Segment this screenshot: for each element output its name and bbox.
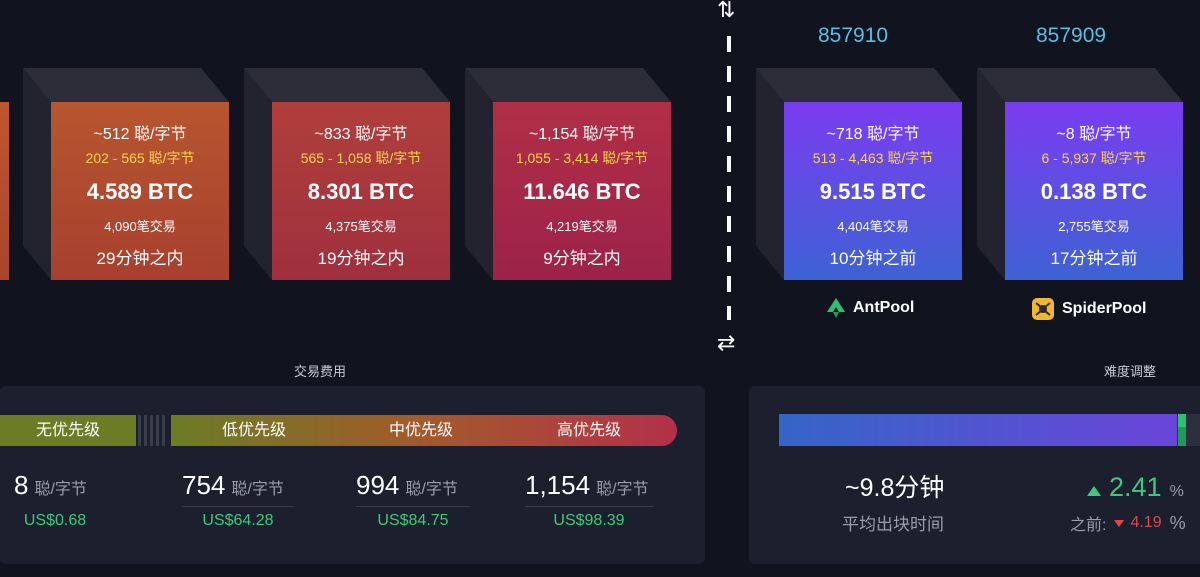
fee-unit: 聪/字节 — [596, 481, 649, 498]
fee-high-usd: US$98.39 — [553, 512, 625, 529]
pool-antpool[interactable]: AntPool — [827, 298, 914, 318]
avg-block-time: ~9.8分钟 — [845, 474, 945, 502]
eta: 19分钟之内 — [317, 249, 405, 268]
tx-count: 2,755笔交易 — [1058, 219, 1130, 234]
fee-none-usd: US$0.68 — [23, 512, 87, 529]
fee-high-underline — [525, 506, 653, 507]
mined-block-1[interactable]: ~718 聪/字节 513 - 4,463 聪/字节 9.515 BTC 4,4… — [756, 68, 962, 280]
fee-range: 513 - 4,463 聪/字节 — [812, 150, 934, 166]
difficulty-change-value: 2.41 — [1109, 472, 1162, 502]
block-front: ~833 聪/字节 565 - 1,058 聪/字节 8.301 BTC 4,3… — [272, 102, 450, 280]
fee-value: 1,154 — [525, 470, 591, 500]
fee-medium-underline — [356, 506, 470, 507]
previous-change-unit: % — [1169, 512, 1186, 533]
block-front: ~8 聪/字节 6 - 5,937 聪/字节 0.138 BTC 2,755笔交… — [1005, 102, 1183, 280]
block-side-face — [23, 68, 51, 280]
tx-count: 4,375笔交易 — [325, 219, 397, 234]
avg-block-time-label: 平均出块时间 — [842, 515, 944, 534]
fees-section-title: 交易费用 — [294, 364, 347, 379]
fee-value: 994 — [356, 470, 400, 500]
total-btc: 9.515 BTC — [819, 179, 927, 204]
fee-low-underline — [182, 506, 294, 507]
mined-time: 10分钟之前 — [829, 249, 917, 268]
eta: 9分钟之内 — [543, 249, 621, 268]
difficulty-change-unit: % — [1169, 483, 1184, 500]
priority-medium: 中优先级 — [388, 422, 453, 439]
block-height[interactable]: 857910 — [818, 24, 888, 48]
total-btc: 8.301 BTC — [307, 179, 415, 204]
fee-low-usd: US$64.28 — [202, 512, 274, 529]
pool-name: SpiderPool — [1062, 300, 1147, 317]
median-fee: ~718 聪/字节 — [826, 126, 920, 143]
difficulty-progress-fill — [779, 414, 1177, 446]
priority-gap-stripes — [138, 415, 168, 446]
pool-spiderpool[interactable]: SpiderPool — [1032, 298, 1146, 320]
block-side-face — [244, 68, 272, 280]
priority-high: 高优先级 — [556, 422, 621, 439]
pool-name: AntPool — [853, 299, 915, 316]
mined-block-2[interactable]: ~8 聪/字节 6 - 5,937 聪/字节 0.138 BTC 2,755笔交… — [977, 68, 1183, 280]
mempool-block-2[interactable]: ~833 聪/字节 565 - 1,058 聪/字节 8.301 BTC 4,3… — [244, 68, 450, 280]
previous-change-value: 4.19 — [1130, 514, 1162, 531]
arrow-down-icon — [1114, 519, 1125, 527]
mempool-block-1[interactable]: ~512 聪/字节 202 - 565 聪/字节 4.589 BTC 4,090… — [23, 68, 229, 280]
median-fee: ~833 聪/字节 — [314, 126, 408, 143]
fee-unit: 聪/字节 — [405, 481, 458, 498]
previous-difficulty-change: 之前: 4.19 % — [1070, 511, 1186, 535]
fee-medium-value: 994 聪/字节 — [356, 470, 458, 501]
mempool-block-partial[interactable] — [0, 102, 9, 280]
eta: 29分钟之内 — [96, 249, 184, 268]
block-side-face — [465, 68, 493, 280]
difficulty-change: 2.41 % — [1087, 472, 1184, 503]
block-front: ~1,154 聪/字节 1,055 - 3,414 聪/字节 11.646 BT… — [493, 102, 671, 280]
median-fee: ~8 聪/字节 — [1056, 126, 1132, 143]
priority-none: 无优先级 — [0, 415, 136, 446]
median-fee: ~1,154 聪/字节 — [528, 126, 636, 143]
fee-none-value: 8 聪/字节 — [14, 470, 87, 501]
dashed-divider — [727, 36, 731, 320]
fee-unit: 聪/字节 — [231, 481, 284, 498]
arrow-up-icon — [1087, 486, 1101, 496]
fee-unit: 聪/字节 — [34, 481, 87, 498]
mined-time: 17分钟之前 — [1050, 249, 1138, 268]
block-front: ~718 聪/字节 513 - 4,463 聪/字节 9.515 BTC 4,4… — [784, 102, 962, 280]
block-top-face — [756, 68, 962, 102]
fee-medium-usd: US$84.75 — [377, 512, 449, 529]
fee-high-value: 1,154 聪/字节 — [525, 470, 649, 501]
difficulty-progress-marker — [1178, 414, 1186, 446]
fee-low-value: 754 聪/字节 — [182, 470, 284, 501]
spiderpool-logo-icon — [1032, 298, 1054, 320]
block-top-face — [465, 68, 671, 102]
fee-range: 202 - 565 聪/字节 — [85, 150, 195, 166]
fee-range: 6 - 5,937 聪/字节 — [1041, 150, 1147, 166]
tx-count: 4,090笔交易 — [104, 219, 176, 234]
priority-low: 低优先级 — [221, 422, 286, 439]
total-btc: 4.589 BTC — [86, 179, 194, 204]
fee-range: 565 - 1,058 聪/字节 — [300, 150, 422, 166]
tx-count: 4,404笔交易 — [837, 219, 909, 234]
block-side-face — [756, 68, 784, 280]
block-top-face — [23, 68, 229, 102]
median-fee: ~512 聪/字节 — [93, 126, 187, 143]
fee-value: 8 — [14, 470, 29, 500]
fee-value: 754 — [182, 470, 226, 500]
total-btc: 11.646 BTC — [523, 179, 641, 204]
total-btc: 0.138 BTC — [1040, 179, 1148, 204]
block-top-face — [244, 68, 450, 102]
block-height[interactable]: 857909 — [1036, 24, 1106, 48]
block-top-face — [977, 68, 1183, 102]
previous-label: 之前: — [1070, 517, 1107, 534]
difficulty-section-title: 难度调整 — [1104, 364, 1157, 379]
fee-range: 1,055 - 3,414 聪/字节 — [515, 150, 649, 166]
swap-direction-icon[interactable]: ⇅ — [717, 0, 735, 23]
antpool-logo-icon — [827, 298, 845, 318]
block-front: ~512 聪/字节 202 - 565 聪/字节 4.589 BTC 4,090… — [51, 102, 229, 280]
block-side-face — [977, 68, 1005, 280]
mempool-block-3[interactable]: ~1,154 聪/字节 1,055 - 3,414 聪/字节 11.646 BT… — [465, 68, 671, 280]
swap-layout-icon[interactable]: ⇄ — [717, 330, 735, 356]
tx-count: 4,219笔交易 — [546, 219, 618, 234]
